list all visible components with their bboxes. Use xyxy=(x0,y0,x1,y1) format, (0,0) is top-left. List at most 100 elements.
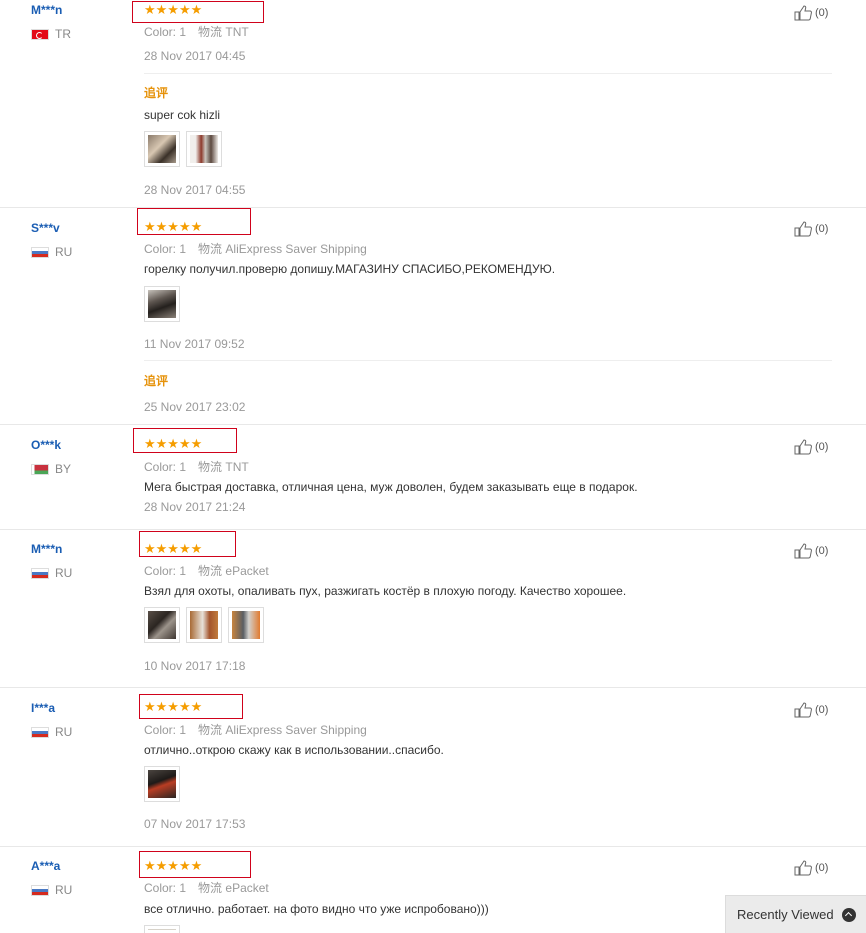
country-code: BY xyxy=(55,462,72,476)
thumbs-up-icon xyxy=(794,221,812,237)
photo-thumbnail[interactable] xyxy=(186,607,222,643)
flag-ru-icon xyxy=(31,246,49,258)
reviewer-country: BY xyxy=(31,462,71,476)
shipping-value: AliExpress Saver Shipping xyxy=(225,723,367,737)
helpful-button[interactable]: (0) xyxy=(794,543,828,559)
photo-thumbnail[interactable] xyxy=(228,607,264,643)
helpful-count: (0) xyxy=(815,862,829,874)
review-meta: Color: 1 物流 TNT xyxy=(144,458,249,475)
review-divider xyxy=(0,687,866,688)
reviewer-name[interactable]: S***v xyxy=(31,221,60,235)
photo-thumbnail[interactable] xyxy=(144,286,180,322)
thumbs-up-icon xyxy=(794,439,812,455)
review-date: 28 Nov 2017 04:45 xyxy=(144,49,246,63)
thumbs-up-icon xyxy=(794,543,812,559)
shipping-label: 物流 xyxy=(198,723,223,737)
country-code: TR xyxy=(55,27,71,41)
divider xyxy=(144,360,832,361)
review-date: 11 Nov 2017 09:52 xyxy=(144,337,245,351)
followup-label: 追评 xyxy=(144,86,169,100)
star-rating: ★★★★★ xyxy=(144,858,203,873)
review-meta: Color: 1 物流 ePacket xyxy=(144,879,269,896)
shipping-label: 物流 xyxy=(198,881,223,895)
shipping-value: TNT xyxy=(225,460,249,474)
shipping-label: 物流 xyxy=(198,25,223,39)
helpful-button[interactable]: (0) xyxy=(794,5,828,21)
star-rating: ★★★★★ xyxy=(144,436,203,451)
color-value: 1 xyxy=(179,881,187,895)
review-text: горелку получил.проверю допишу.МАГАЗИНУ … xyxy=(144,262,556,276)
star-rating: ★★★★★ xyxy=(144,2,203,17)
shipping-label: 物流 xyxy=(198,460,223,474)
reviewer-name[interactable]: O***k xyxy=(31,438,61,452)
helpful-count: (0) xyxy=(815,704,829,716)
reviewer-country: TR xyxy=(31,27,71,41)
shipping-value: TNT xyxy=(225,25,249,39)
review-text: отлично..открою скажу как в использовани… xyxy=(144,743,444,757)
shipping-label: 物流 xyxy=(198,564,223,578)
color-value: 1 xyxy=(179,460,187,474)
reviewer-country: RU xyxy=(31,725,72,739)
photo-thumbnails xyxy=(144,766,180,802)
review-text: Взял для охоты, опаливать пух, разжигать… xyxy=(144,584,627,598)
photo-thumbnail[interactable] xyxy=(186,131,222,167)
color-value: 1 xyxy=(179,723,187,737)
reviewer-name[interactable]: M***n xyxy=(31,3,62,17)
review-divider xyxy=(0,846,866,847)
color-label: Color: xyxy=(144,460,177,474)
review-date: 07 Nov 2017 17:53 xyxy=(144,817,246,831)
helpful-button[interactable]: (0) xyxy=(794,860,828,876)
followup-date: 28 Nov 2017 04:55 xyxy=(144,183,246,197)
color-label: Color: xyxy=(144,723,177,737)
country-code: RU xyxy=(55,725,73,739)
shipping-label: 物流 xyxy=(198,242,223,256)
thumbs-up-icon xyxy=(794,702,812,718)
shipping-value: AliExpress Saver Shipping xyxy=(225,242,367,256)
country-code: RU xyxy=(55,245,73,259)
flag-by-icon xyxy=(31,463,49,475)
helpful-button[interactable]: (0) xyxy=(794,439,828,455)
divider xyxy=(144,73,832,74)
color-label: Color: xyxy=(144,25,177,39)
star-rating: ★★★★★ xyxy=(144,541,203,556)
thumbs-up-icon xyxy=(794,860,812,876)
helpful-count: (0) xyxy=(815,545,829,557)
review-text: все отлично. работает. на фото видно что… xyxy=(144,902,489,916)
reviewer-country: RU xyxy=(31,566,72,580)
photo-thumbnails xyxy=(144,131,222,167)
helpful-count: (0) xyxy=(815,441,829,453)
chevron-up-icon xyxy=(841,907,856,922)
helpful-button[interactable]: (0) xyxy=(794,702,828,718)
reviewer-name[interactable]: M***n xyxy=(31,542,62,556)
color-label: Color: xyxy=(144,564,177,578)
review-divider xyxy=(0,529,866,530)
reviewer-name[interactable]: I***a xyxy=(31,701,55,715)
recently-viewed-label: Recently Viewed xyxy=(737,907,834,922)
color-value: 1 xyxy=(179,25,187,39)
recently-viewed-button[interactable]: Recently Viewed xyxy=(725,895,866,933)
photo-thumbnail[interactable] xyxy=(144,131,180,167)
reviewer-country: RU xyxy=(31,245,72,259)
followup-label: 追评 xyxy=(144,374,169,388)
photo-thumbnail[interactable] xyxy=(144,925,180,933)
photo-thumbnails xyxy=(144,607,264,643)
review-date: 28 Nov 2017 21:24 xyxy=(144,500,246,514)
star-rating: ★★★★★ xyxy=(144,699,203,714)
country-code: RU xyxy=(55,883,73,897)
review-meta: Color: 1 物流 TNT xyxy=(144,23,249,40)
flag-ru-icon xyxy=(31,726,49,738)
color-value: 1 xyxy=(179,242,187,256)
review-text: Мега быстрая доставка, отличная цена, му… xyxy=(144,480,638,494)
review-date: 10 Nov 2017 17:18 xyxy=(144,659,246,673)
photo-thumbnail[interactable] xyxy=(144,766,180,802)
flag-ru-icon xyxy=(31,884,49,896)
photo-thumbnail[interactable] xyxy=(144,607,180,643)
photo-thumbnails xyxy=(144,286,180,322)
flag-tr-icon xyxy=(31,28,49,40)
color-label: Color: xyxy=(144,881,177,895)
photo-thumbnails xyxy=(144,925,180,933)
reviewer-name[interactable]: A***a xyxy=(31,859,60,873)
helpful-button[interactable]: (0) xyxy=(794,221,828,237)
review-meta: Color: 1 物流 AliExpress Saver Shipping xyxy=(144,721,367,738)
helpful-count: (0) xyxy=(815,7,829,19)
